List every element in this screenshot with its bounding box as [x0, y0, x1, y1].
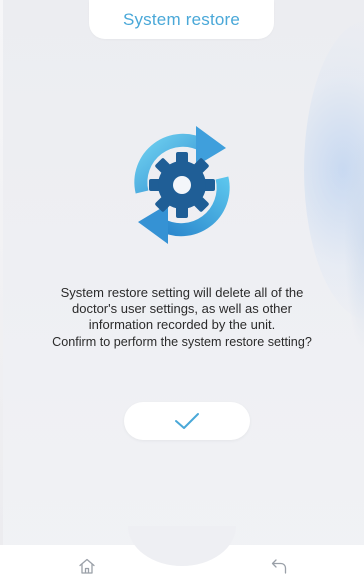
system-restore-screen: System restore System restore setting wi…: [0, 0, 364, 579]
home-icon[interactable]: [78, 557, 96, 575]
checkmark-icon: [175, 413, 199, 429]
title-tab: System restore: [89, 0, 274, 39]
warning-message: System restore setting will delete all o…: [20, 285, 344, 333]
warning-line-2: doctor's user settings, as well as other: [72, 301, 292, 316]
back-arrow-icon[interactable]: [270, 557, 288, 575]
screen-edge: [0, 0, 3, 545]
confirm-question: Confirm to perform the system restore se…: [52, 335, 312, 349]
page-title: System restore: [122, 9, 241, 29]
system-restore-gear-icon: [134, 126, 230, 244]
warning-line-3: information recorded by the unit.: [88, 317, 276, 332]
warning-line-1: System restore setting will delete all o…: [60, 285, 304, 300]
confirm-button[interactable]: [124, 402, 250, 440]
